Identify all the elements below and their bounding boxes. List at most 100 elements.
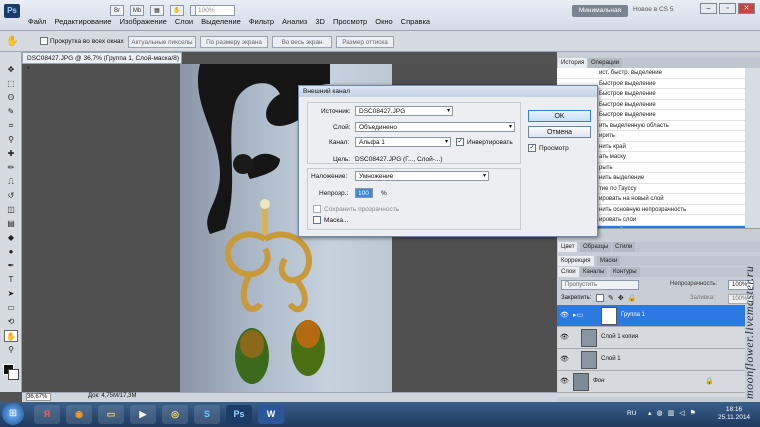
preserve-transparency-checkbox[interactable]: [313, 205, 321, 213]
hand-icon[interactable]: ✋: [170, 5, 184, 16]
eye-icon[interactable]: 👁: [560, 378, 569, 385]
channel-select[interactable]: Альфа 1: [355, 137, 451, 147]
scroll-all-windows[interactable]: Прокрутка во всех окнах: [40, 37, 124, 45]
bridge-icon[interactable]: Br: [110, 5, 124, 16]
menu-item-10[interactable]: Справка: [397, 17, 434, 26]
opacity-field[interactable]: 100: [355, 188, 373, 198]
layer-background[interactable]: 👁 Фон 🔒: [557, 371, 745, 393]
stamp-tool-icon[interactable]: ⎍: [4, 176, 18, 188]
workspace-essentials-button[interactable]: Минимальная: [572, 5, 628, 17]
close-icon[interactable]: ✕: [738, 3, 755, 14]
mask-checkbox[interactable]: [313, 216, 321, 224]
network-icon[interactable]: ▥: [668, 409, 675, 417]
tab-color[interactable]: Цвет: [558, 242, 578, 252]
3d-rotate-icon[interactable]: ⟲: [4, 316, 18, 328]
hand-tool-active-icon[interactable]: ✋: [4, 330, 18, 342]
volume-icon[interactable]: ◁: [679, 409, 684, 417]
move-tool-icon[interactable]: ✥: [4, 64, 18, 76]
eye-icon[interactable]: 👁: [560, 356, 569, 363]
menu-item-8[interactable]: Просмотр: [329, 17, 371, 26]
menu-item-2[interactable]: Изображение: [116, 17, 171, 26]
lock-all-icon[interactable]: 🔒: [628, 294, 637, 302]
eraser-tool-icon[interactable]: ◫: [4, 204, 18, 216]
media-player-icon[interactable]: ▶: [130, 405, 156, 424]
scroll-all-checkbox[interactable]: [40, 37, 48, 45]
history-item[interactable]: ист. быстр. выделение: [557, 68, 745, 79]
menu-item-5[interactable]: Фильтр: [245, 17, 278, 26]
tab-paths[interactable]: Контуры: [610, 267, 640, 277]
quick-select-tool-icon[interactable]: ✎: [4, 106, 18, 118]
tray-arrow-icon[interactable]: ▴: [648, 409, 652, 417]
layer-sloy-1-copy[interactable]: 👁 Слой 1 копия: [557, 327, 745, 349]
clock[interactable]: 18:16 25.11.2014: [718, 406, 750, 422]
print-size-button[interactable]: Размер оттиска: [336, 36, 394, 48]
brush-tool-icon[interactable]: ✏: [4, 162, 18, 174]
menu-item-4[interactable]: Выделение: [197, 17, 245, 26]
start-button[interactable]: ⊞: [2, 403, 24, 425]
invert-checkbox[interactable]: ✓: [456, 138, 464, 146]
preview-checkbox[interactable]: ✓: [528, 144, 536, 152]
tab-swatches[interactable]: Образцы: [580, 242, 612, 252]
layer-select[interactable]: Объединено: [355, 122, 515, 132]
minibridge-icon[interactable]: Mb: [130, 5, 144, 16]
tab-layers[interactable]: Слои: [558, 267, 579, 277]
history-scrollbar[interactable]: [745, 68, 760, 228]
keyboard-language[interactable]: RU: [627, 410, 636, 417]
layer-mask-thumbnail[interactable]: [601, 307, 617, 325]
source-select[interactable]: DSC08427.JPG: [355, 106, 453, 116]
photoshop-taskbar-icon[interactable]: Ps: [226, 405, 252, 424]
tab-history[interactable]: История: [558, 58, 588, 68]
gradient-tool-icon[interactable]: ▤: [4, 218, 18, 230]
blend-mode-select[interactable]: Пропустить: [561, 280, 639, 290]
actual-pixels-button[interactable]: Актуальные пикселы: [128, 36, 196, 48]
yandex-icon[interactable]: Я: [34, 405, 60, 424]
tray-app-icon[interactable]: ◍: [657, 409, 663, 417]
path-select-icon[interactable]: ➤: [4, 288, 18, 300]
menu-item-6[interactable]: Анализ: [278, 17, 311, 26]
menu-item-3[interactable]: Слои: [171, 17, 197, 26]
maximize-icon[interactable]: ▫: [719, 3, 736, 14]
tab-channels[interactable]: Каналы: [580, 267, 608, 277]
dodge-tool-icon[interactable]: ●: [4, 246, 18, 258]
marquee-tool-icon[interactable]: ⬚: [4, 78, 18, 90]
zoom-status-field[interactable]: 36,67%: [26, 393, 51, 401]
tab-styles[interactable]: Стили: [612, 242, 636, 252]
cancel-button[interactable]: Отмена: [528, 126, 591, 138]
flag-icon[interactable]: ⚑: [690, 409, 696, 417]
menu-item-7[interactable]: 3D: [311, 17, 329, 26]
document-tab[interactable]: DSC08427.JPG @ 36,7% (Группа 1, Слой-мас…: [22, 52, 182, 73]
healing-tool-icon[interactable]: ✚: [4, 148, 18, 160]
blur-tool-icon[interactable]: ◆: [4, 232, 18, 244]
hand-tool-icon[interactable]: ✋: [6, 35, 20, 48]
zoom-tool-icon[interactable]: ⚲: [4, 344, 18, 356]
tab-actions[interactable]: Операции: [588, 58, 623, 68]
menu-item-1[interactable]: Редактирование: [50, 17, 115, 26]
tab-masks[interactable]: Маски: [597, 256, 621, 266]
minimize-icon[interactable]: –: [700, 3, 717, 14]
skype-icon[interactable]: S: [194, 405, 220, 424]
tab-adjustments[interactable]: Коррекция: [558, 256, 594, 266]
text-tool-icon[interactable]: T: [4, 274, 18, 286]
chrome-icon[interactable]: ◎: [162, 405, 188, 424]
layer-group-1[interactable]: 👁 ▸▭ Группа 1: [557, 305, 745, 327]
menu-item-9[interactable]: Окно: [371, 17, 396, 26]
shape-tool-icon[interactable]: ▭: [4, 302, 18, 314]
zoom-level-field[interactable]: 100%: [195, 5, 235, 16]
crop-tool-icon[interactable]: ⌗: [4, 120, 18, 132]
lock-pixels-icon[interactable]: ✎: [608, 294, 614, 302]
blending-select[interactable]: Умножение: [355, 171, 489, 181]
ok-button[interactable]: OK: [528, 110, 591, 122]
lasso-tool-icon[interactable]: ʘ: [4, 92, 18, 104]
eye-icon[interactable]: 👁: [560, 312, 569, 319]
eye-icon[interactable]: 👁: [560, 334, 569, 341]
history-brush-icon[interactable]: ↺: [4, 190, 18, 202]
firefox-icon[interactable]: ◉: [66, 405, 92, 424]
fill-screen-button[interactable]: Во весь экран: [272, 36, 332, 48]
lock-transparency-icon[interactable]: [596, 294, 604, 302]
extras-icon[interactable]: ▦: [150, 5, 164, 16]
workspace-new-in-cs5[interactable]: Новое в CS 5: [633, 6, 673, 13]
eyedropper-tool-icon[interactable]: ⚲: [4, 134, 18, 146]
folder-icon[interactable]: ▭: [98, 405, 124, 424]
background-color-swatch[interactable]: [8, 369, 19, 380]
lock-position-icon[interactable]: ✥: [618, 294, 624, 302]
